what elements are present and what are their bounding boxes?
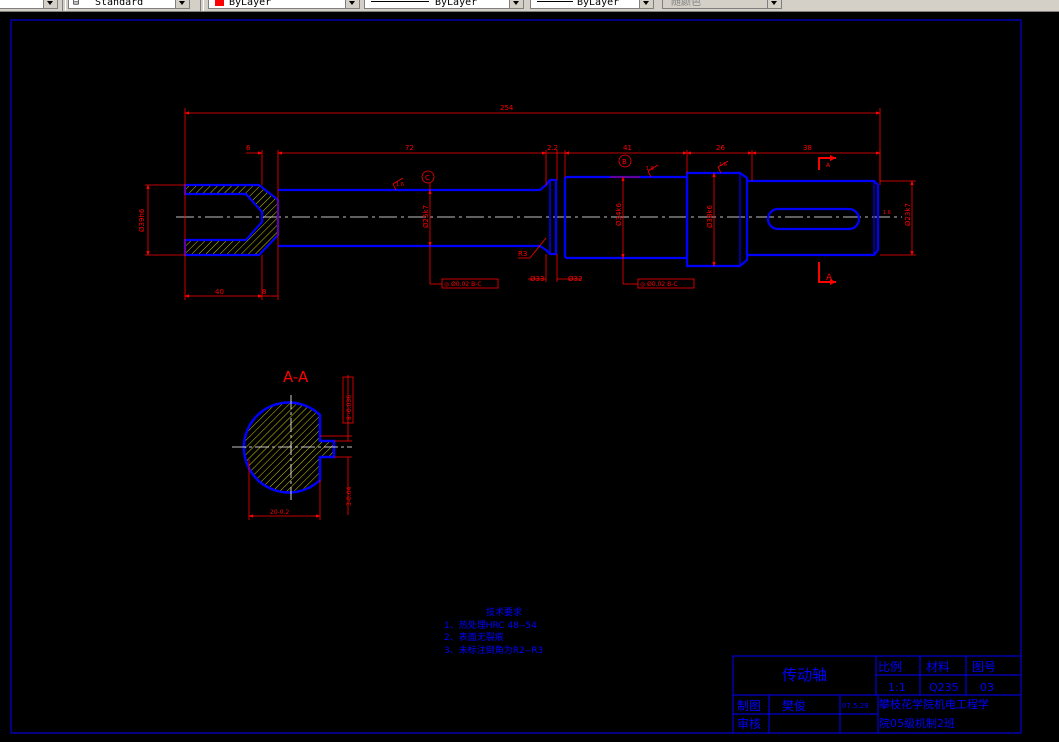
scale-label: 比例 [878, 660, 902, 674]
drawing-no-value: 03 [980, 681, 994, 694]
notes-title: 技术要求 [486, 606, 522, 618]
dim-8: 8 [262, 288, 266, 296]
title-block: 传动轴 比例 材料 图号 1:1 Q235 03 制图 樊俊 07.5.29 审… [732, 655, 1022, 734]
fork-section [183, 183, 280, 257]
drawn-label: 制图 [737, 699, 761, 713]
shaft-shoulder [685, 171, 749, 268]
roughness-1: 1.6 [396, 182, 404, 188]
scale-value: 1:1 [888, 681, 906, 694]
dim-38: 38 [803, 144, 812, 152]
notes-line-1: 1、热处理HRC 48--54 [444, 619, 537, 631]
plot-style-value: 随颜色 [671, 0, 701, 8]
dim-dia-right: Ø23k7 [904, 203, 912, 226]
tolerance-text-1: ◎ Ø0.02 B-C [444, 281, 482, 288]
color-value: ByLayer [229, 0, 272, 8]
dim-dia-left: Ø39h6 [138, 208, 146, 232]
tolerance-frame-2: ◎ Ø0.02 B-C [637, 278, 695, 289]
roughness-symbols [392, 160, 729, 191]
material-label: 材料 [926, 660, 950, 674]
roughness-4: 1.6 [883, 210, 891, 216]
section-dim-width: 20-0.2 [270, 509, 290, 516]
layer-combo[interactable] [0, 0, 58, 9]
checked-label: 审核 [737, 716, 761, 731]
dim-6: 6 [246, 144, 251, 152]
chevron-down-icon[interactable] [43, 0, 57, 8]
lineweight-combo[interactable]: ByLayer [530, 0, 654, 9]
part-name: 传动轴 [782, 666, 827, 684]
drawing-no-label: 图号 [972, 660, 996, 674]
drawn-by: 樊俊 [782, 698, 806, 713]
section-arrow-icon [830, 155, 836, 161]
section-dim-side2: 3-0.04 [346, 486, 353, 506]
keyway [766, 207, 861, 231]
shaft-main-view: A A [176, 155, 902, 285]
linetype-value: ByLayer [435, 0, 478, 8]
dim-dia-shoulder: Ø38k6 [706, 205, 714, 228]
color-combo[interactable]: ByLayer [208, 0, 360, 9]
toolbar-separator [62, 0, 66, 11]
dim-dia33: Ø33 [530, 275, 544, 283]
section-profile [242, 401, 336, 494]
bearing-journal [563, 175, 689, 260]
section-a-a: A-A 20-0.2 8 -0.036 3-0.04 [232, 368, 354, 520]
lineweight-value: ByLayer [577, 0, 620, 8]
color-swatch-icon [215, 0, 224, 6]
notes-line-3: 3、未标注倒角为R2--R3 [444, 644, 543, 656]
dim-overall: 254 [500, 104, 514, 112]
dim-72: 72 [405, 144, 414, 152]
text-style-combo[interactable]: ⊟ Standard [68, 0, 190, 9]
roughness-2: 1.6 [646, 166, 654, 172]
section-dim-side1: 8 -0.036 [346, 395, 353, 420]
toolbar-separator [200, 0, 204, 11]
section-title: A-A [283, 368, 309, 386]
plot-style-combo[interactable]: 随颜色 [662, 0, 782, 9]
dim-dia32: Ø32 [568, 275, 582, 283]
properties-toolbar: ⊟ Standard ByLayer ByLayer ByLayer 随颜色 [0, 0, 1059, 12]
text-style-icon: ⊟ [73, 0, 80, 8]
chevron-down-icon[interactable] [175, 0, 189, 8]
datum-b-label: B [622, 158, 627, 166]
section-label-bottom: A [826, 273, 833, 283]
dim-26: 26 [716, 144, 725, 152]
class-name: 院05级机制2班 [879, 716, 955, 730]
lineweight-preview-icon [537, 1, 573, 2]
material-value: Q235 [929, 681, 959, 694]
notes-line-2: 2、表面无裂痕 [444, 631, 504, 643]
text-style-value: Standard [95, 0, 144, 8]
technical-requirements: 技术要求 1、热处理HRC 48--54 2、表面无裂痕 3、未标注倒角为R2-… [444, 606, 543, 656]
chevron-down-icon[interactable] [767, 0, 781, 8]
school-name: 攀枝花学院机电工程学 [879, 697, 989, 711]
tolerance-text-2: ◎ Ø0.02 B-C [640, 281, 678, 288]
roughness-3: 1.6 [719, 162, 727, 168]
dim-40: 40 [215, 288, 224, 296]
datum-c-label: C [425, 174, 430, 182]
drawing-canvas[interactable]: A A 254 6 72 2.2 41 26 38 40 8 Ø39h6 Ø25… [0, 12, 1059, 742]
chevron-down-icon[interactable] [639, 0, 653, 8]
dim-2-2: 2.2 [547, 144, 558, 152]
chevron-down-icon[interactable] [509, 0, 523, 8]
dim-dia-mid: Ø25k7 [422, 205, 430, 228]
drawn-date: 07.5.29 [842, 702, 869, 710]
dim-41: 41 [623, 144, 632, 152]
dim-dia-bearing: Ø34k6 [615, 203, 623, 226]
chevron-down-icon[interactable] [345, 0, 359, 8]
linetype-preview-icon [371, 1, 429, 2]
dim-r3: R3 [518, 250, 527, 258]
linetype-combo[interactable]: ByLayer [364, 0, 524, 9]
tolerance-frame-1: ◎ Ø0.02 B-C [441, 278, 499, 289]
section-label-top: A [826, 162, 831, 169]
